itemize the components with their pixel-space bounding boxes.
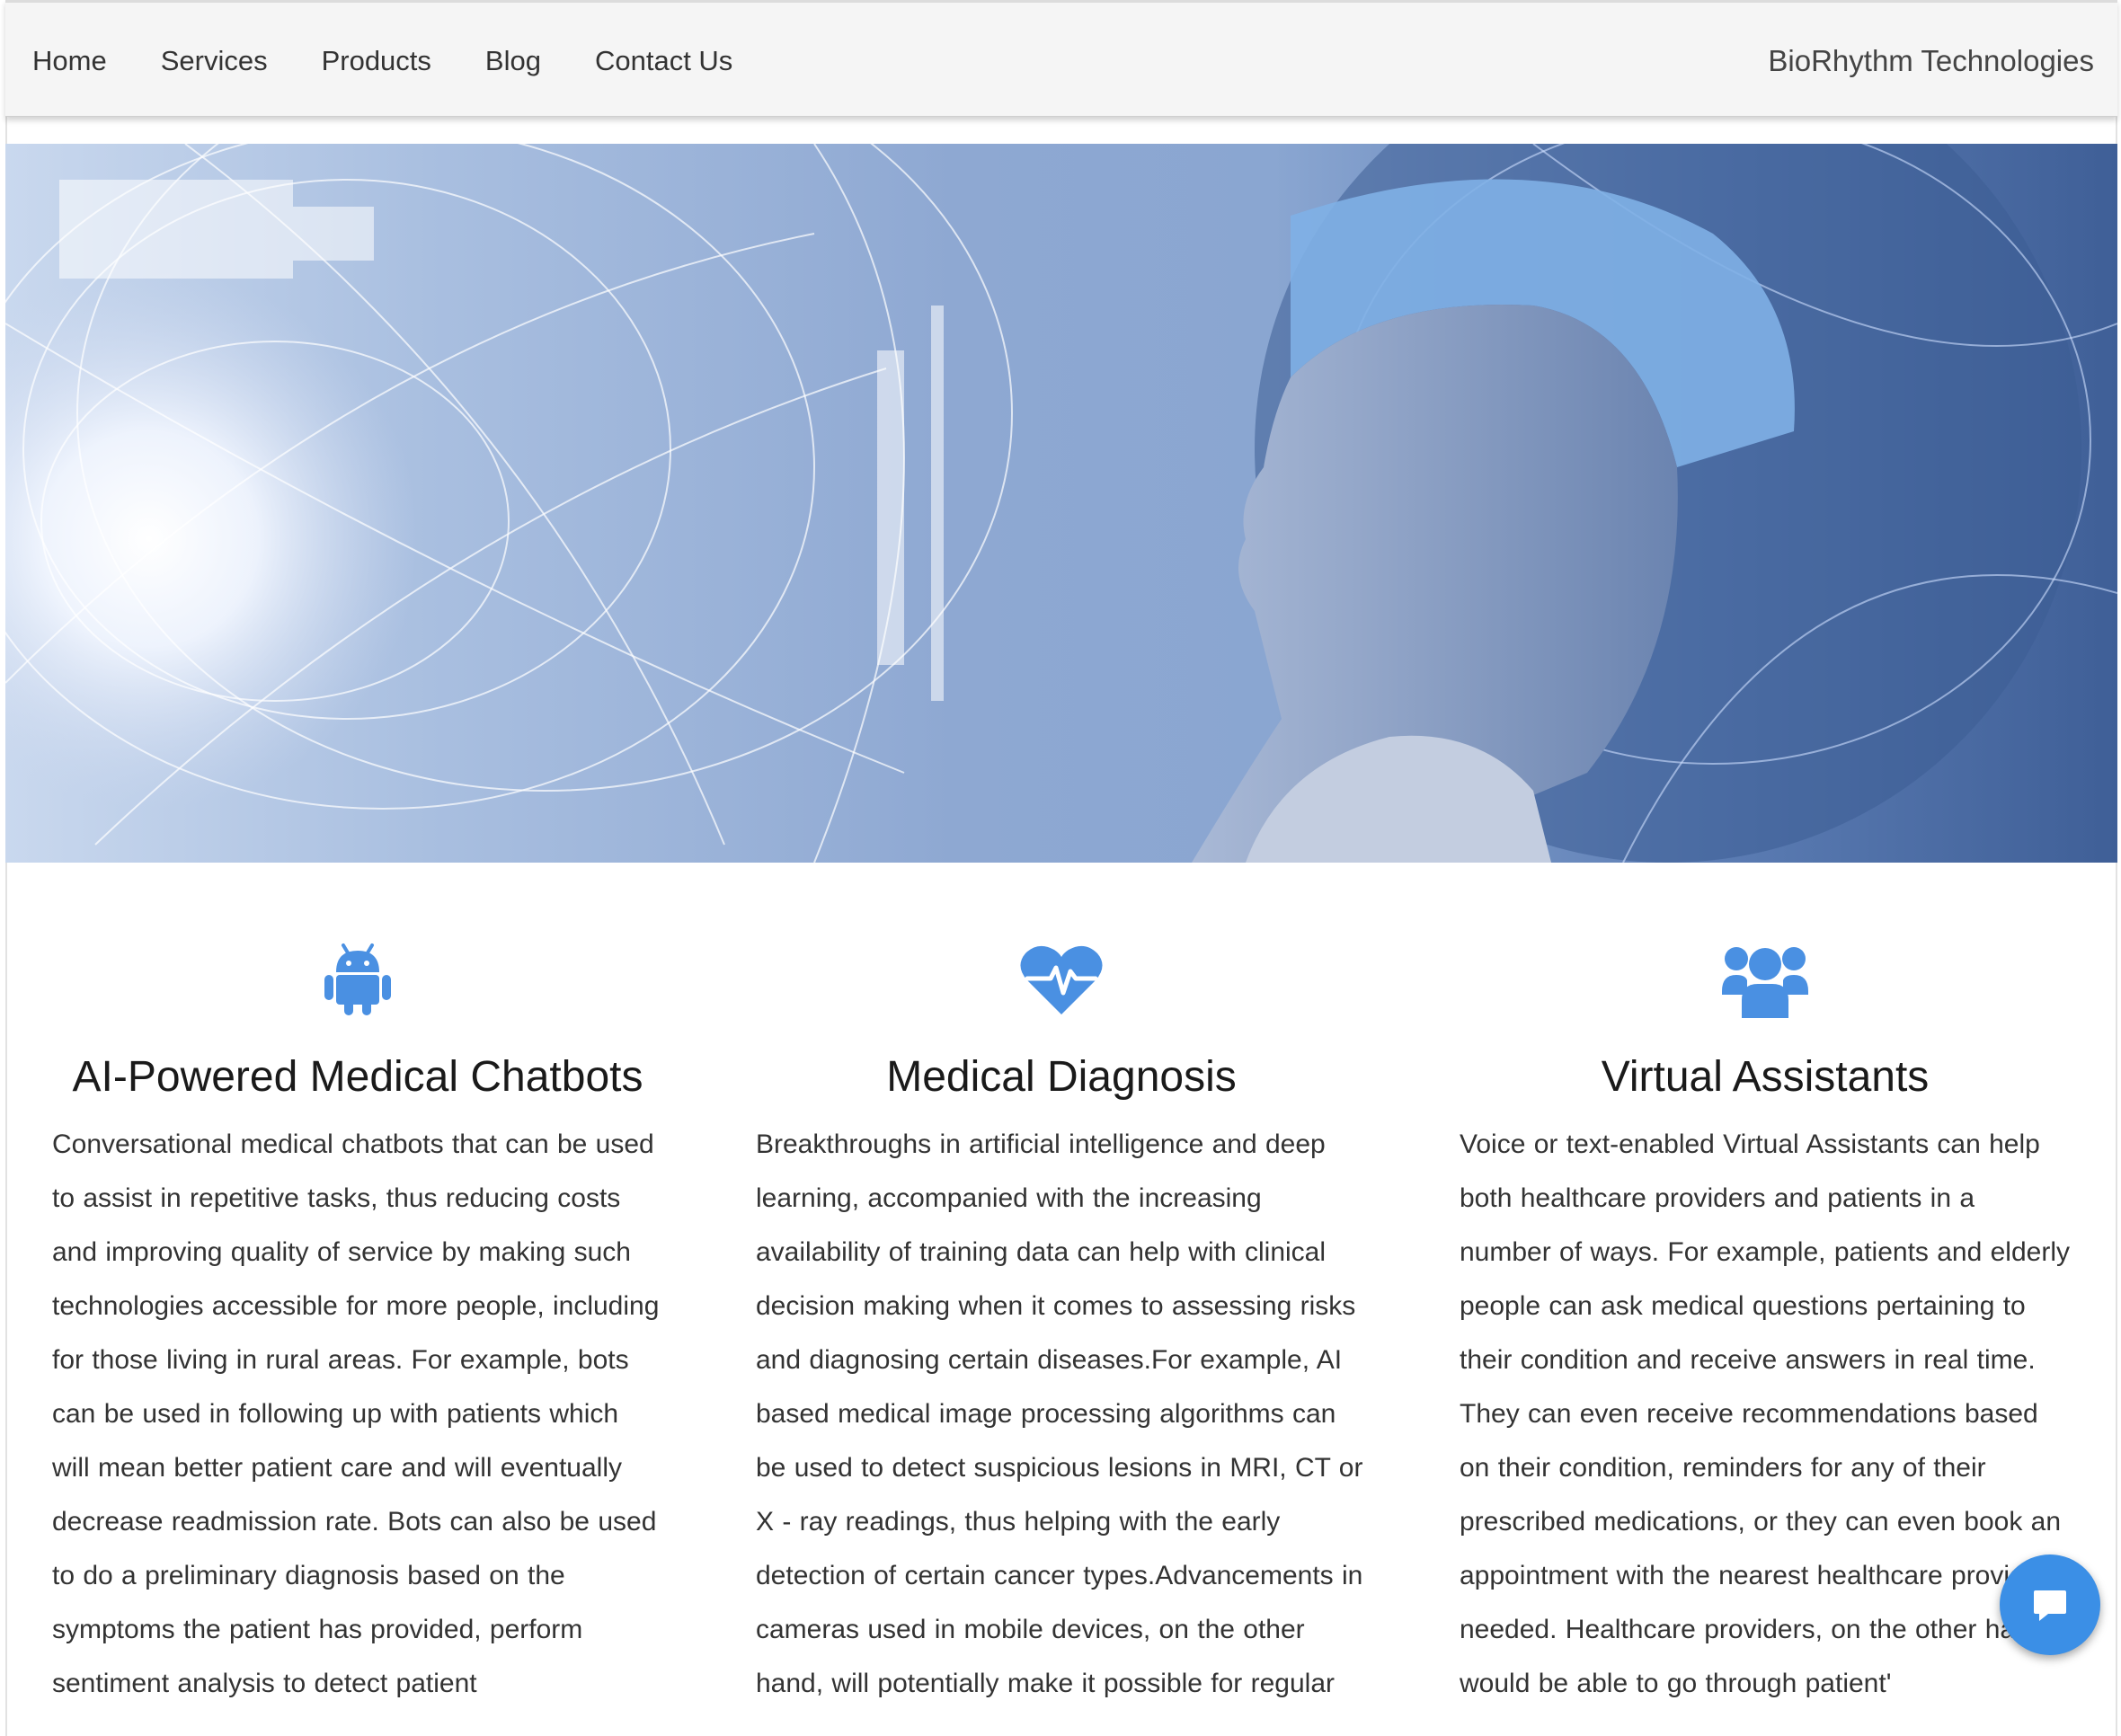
hero-banner-image	[5, 144, 2117, 863]
brand-name[interactable]: BioRhythm Technologies	[1768, 3, 2094, 120]
heartbeat-icon	[1020, 945, 1103, 1014]
feature-title: AI-Powered Medical Chatbots	[72, 1053, 643, 1101]
navbar: Home Services Products Blog Contact Us B…	[5, 0, 2117, 117]
feature-description: Breakthroughs in artificial intelligence…	[756, 1129, 1363, 1698]
nav-contact-link[interactable]: Contact Us	[595, 45, 732, 77]
hero-illustration	[5, 144, 2117, 863]
nav-home-link[interactable]: Home	[32, 45, 107, 77]
feature-chatbots: AI-Powered Medical Chatbots Conversation…	[52, 934, 663, 1711]
feature-title: Medical Diagnosis	[886, 1053, 1237, 1101]
feature-description: Conversational medical chatbots that can…	[52, 1129, 660, 1698]
android-icon	[324, 943, 391, 1015]
feature-description: Voice or text-enabled Virtual Assistants…	[1460, 1129, 2071, 1698]
nav-blog-link[interactable]: Blog	[485, 45, 541, 77]
feature-diagnosis: Medical Diagnosis Breakthroughs in artif…	[756, 934, 1367, 1711]
chat-bubble-icon	[2034, 1590, 2066, 1621]
nav-products-link[interactable]: Products	[322, 45, 431, 77]
feature-title: Virtual Assistants	[1601, 1053, 1930, 1101]
nav-links: Home Services Products Blog Contact Us	[32, 3, 786, 120]
nav-services-link[interactable]: Services	[161, 45, 268, 77]
users-icon	[1722, 947, 1808, 1018]
feature-virtual-assistants: Virtual Assistants Voice or text-enabled…	[1460, 934, 2071, 1711]
chat-button[interactable]	[2000, 1554, 2100, 1655]
